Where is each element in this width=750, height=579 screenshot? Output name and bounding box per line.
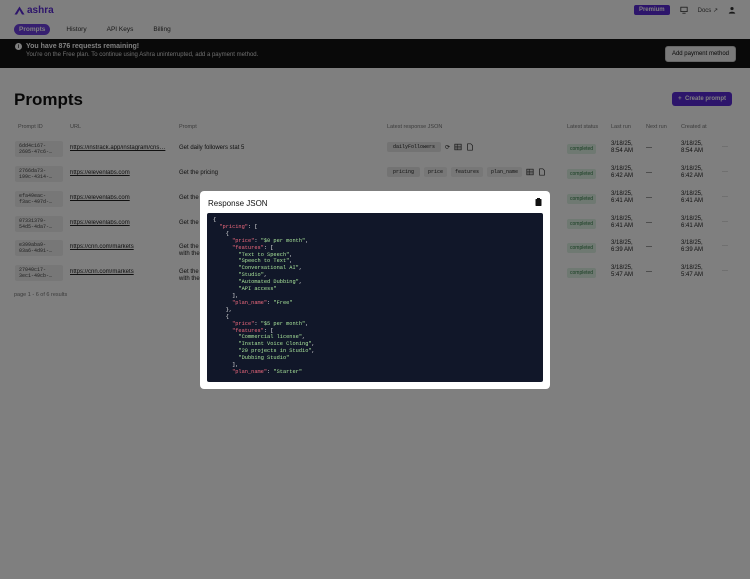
json-punct: , — [298, 279, 303, 286]
json-punct: , — [311, 348, 315, 355]
code-line: "Automated Dubbing", — [213, 279, 537, 286]
json-punct — [213, 279, 238, 285]
json-punct: , — [305, 237, 309, 244]
code-line: "Text to Speech", — [213, 252, 537, 259]
modal-overlay[interactable]: Response JSON { "pricing": [ { "price": … — [0, 0, 750, 579]
json-punct — [213, 286, 238, 292]
modal-title: Response JSON — [208, 199, 268, 208]
json-string: "API access" — [238, 286, 277, 293]
code-line: "Conversational AI", — [213, 265, 537, 272]
code-line: { — [213, 231, 537, 238]
json-key: "features" — [232, 327, 264, 334]
json-string: "Text to Speech" — [238, 251, 290, 258]
code-line: "Commercial license", — [213, 334, 537, 341]
json-string: "Automated Dubbing" — [238, 279, 299, 286]
json-punct — [213, 252, 238, 258]
code-line: ], — [213, 362, 537, 369]
code-line: { — [213, 314, 537, 321]
json-code-block[interactable]: { "pricing": [ { "price": "$0 per month"… — [207, 213, 543, 382]
json-punct — [213, 272, 238, 278]
json-punct: , — [311, 341, 315, 348]
json-punct: , — [289, 258, 293, 265]
code-line: "API access" — [213, 286, 537, 293]
code-line: "features": [ — [213, 245, 537, 252]
json-string: "Commercial license" — [238, 334, 303, 341]
json-punct — [213, 328, 232, 334]
json-key: "features" — [232, 244, 264, 251]
json-punct: }, — [213, 306, 233, 313]
json-punct: , — [289, 251, 293, 258]
json-punct: ], — [213, 292, 239, 299]
json-punct — [213, 334, 238, 340]
json-punct — [213, 355, 238, 361]
json-punct: , — [302, 334, 306, 341]
copy-icon[interactable] — [535, 198, 542, 206]
code-line: { — [213, 217, 537, 224]
json-string: "20 projects in Studio" — [238, 348, 312, 355]
json-punct — [213, 238, 232, 244]
json-punct — [213, 300, 232, 306]
json-string: "Speech to Text" — [238, 258, 290, 265]
json-string: "Studio" — [238, 272, 264, 279]
code-line: "price": "$5 per month", — [213, 321, 537, 328]
json-punct: , — [305, 320, 309, 327]
json-punct: : [ — [247, 223, 258, 230]
json-key: "plan_name" — [232, 368, 268, 375]
json-key: "price" — [232, 237, 255, 244]
code-line: "Studio", — [213, 272, 537, 279]
response-json-modal: Response JSON { "pricing": [ { "price": … — [200, 191, 550, 389]
json-string: "$0 per month" — [260, 237, 306, 244]
json-punct: ], — [213, 362, 239, 369]
json-punct: { — [213, 217, 217, 223]
json-punct: , — [298, 265, 303, 272]
json-key: "plan_name" — [232, 299, 268, 306]
json-punct — [213, 321, 232, 327]
json-key: "pricing" — [219, 223, 248, 230]
json-string: "$5 per month" — [260, 320, 306, 327]
json-punct — [213, 258, 238, 264]
json-punct: { — [213, 230, 229, 237]
json-string: "Starter" — [273, 368, 303, 375]
code-line: "pricing": [ — [213, 224, 537, 231]
code-line: "Dubbing Studio" — [213, 355, 537, 362]
code-line: "price": "$0 per month", — [213, 238, 537, 245]
code-line: }, — [213, 307, 537, 314]
json-string: "Conversational AI" — [238, 265, 299, 272]
code-line: "plan_name": "Free" — [213, 300, 537, 307]
code-line: "20 projects in Studio", — [213, 348, 537, 355]
json-punct — [213, 245, 232, 251]
code-line: "plan_name": "Starter" — [213, 369, 537, 376]
json-punct — [213, 341, 238, 347]
code-line: "features": [ — [213, 328, 537, 335]
json-key: "price" — [232, 320, 255, 327]
code-line: ], — [213, 293, 537, 300]
json-punct: : [ — [263, 244, 274, 251]
json-string: "Instant Voice Cloning" — [238, 341, 312, 348]
json-punct — [213, 348, 238, 354]
json-punct — [213, 369, 232, 375]
code-line: "Speech to Text", — [213, 258, 537, 265]
json-punct: , — [263, 272, 268, 279]
json-punct: { — [213, 313, 229, 320]
json-string: "Free" — [273, 299, 293, 306]
json-string: "Dubbing Studio" — [238, 355, 290, 362]
code-line: "Instant Voice Cloning", — [213, 341, 537, 348]
json-punct: : [ — [263, 327, 274, 334]
json-punct — [213, 265, 238, 271]
